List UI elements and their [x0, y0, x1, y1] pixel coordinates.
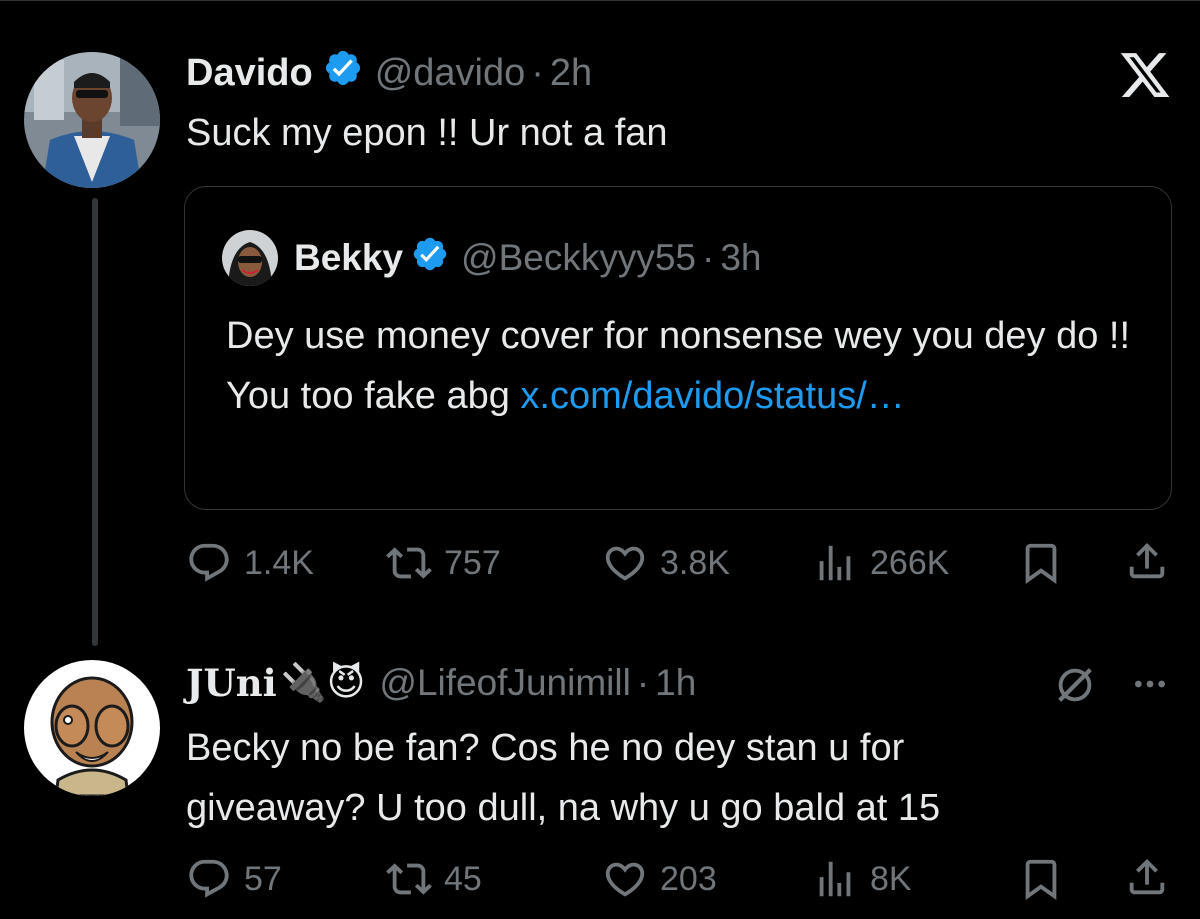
x-logo-icon[interactable] [1118, 48, 1172, 102]
repost-icon [386, 863, 432, 895]
top-divider [0, 0, 1200, 1]
main-tweet-header: Davido @davido · 2h [186, 50, 592, 96]
grok-icon[interactable] [1052, 662, 1098, 713]
verified-badge-icon [411, 235, 449, 282]
reply-author-emojis: 🔌😈 [280, 662, 366, 703]
views-count: 266K [870, 543, 950, 582]
bookmark-icon [1025, 543, 1057, 584]
like-button[interactable]: 3.8K [602, 540, 730, 586]
dot-separator: · [702, 237, 715, 278]
dot-separator: · [531, 51, 544, 94]
reply-text-block: Becky no be fan? Cos he no dey stan u fo… [186, 718, 940, 838]
reply-count: 1.4K [244, 543, 314, 582]
heart-icon [605, 862, 645, 897]
quote-text-block: Dey use money cover for nonsense wey you… [226, 306, 1136, 426]
bookmark-button[interactable] [1018, 540, 1064, 591]
author-handle[interactable]: @davido [375, 52, 526, 95]
reply-text-line-1: Becky no be fan? Cos he no dey stan u fo… [186, 727, 905, 769]
heart-icon [605, 546, 645, 581]
views-icon [819, 861, 851, 897]
verified-badge-icon [323, 48, 363, 98]
author-name[interactable]: Davido [186, 52, 313, 95]
more-options-icon[interactable] [1128, 664, 1172, 709]
quote-link[interactable]: x.com/davido/status/… [520, 375, 904, 417]
reply-count: 57 [244, 859, 282, 898]
views-button[interactable]: 8K [812, 856, 912, 902]
repost-icon [386, 547, 432, 579]
like-count: 203 [660, 859, 717, 898]
reply-post-time[interactable]: 1h [655, 662, 696, 704]
davido-avatar[interactable] [24, 52, 160, 188]
reply-icon [189, 859, 229, 898]
reply-icon [189, 543, 229, 582]
quote-post-time[interactable]: 3h [720, 237, 761, 279]
quote-author-handle[interactable]: @Beckkyyy55 [461, 237, 696, 279]
share-button[interactable] [1124, 538, 1170, 589]
juni-avatar[interactable] [24, 660, 160, 796]
share-button[interactable] [1124, 854, 1170, 905]
reply-text-line-2: giveaway? U too dull, na why u go bald a… [186, 787, 941, 829]
reply-button[interactable]: 1.4K [186, 540, 314, 586]
views-icon [819, 545, 851, 581]
views-button[interactable]: 266K [812, 540, 949, 586]
quote-author-name[interactable]: Bekky [294, 237, 403, 279]
main-tweet-text: Suck my epon !! Ur not a fan [186, 112, 668, 154]
dot-separator: · [636, 662, 650, 703]
reply-actions: 57 45 203 8K [0, 854, 1200, 904]
like-count: 3.8K [660, 543, 730, 582]
repost-count: 757 [444, 543, 501, 582]
reply-author-name[interactable]: JUni [186, 661, 277, 705]
like-button[interactable]: 203 [602, 856, 717, 902]
share-icon [1129, 858, 1165, 895]
post-time[interactable]: 2h [550, 52, 592, 95]
repost-count: 45 [444, 859, 482, 898]
share-icon [1129, 542, 1165, 579]
main-tweet-actions: 1.4K 757 3.8K 266K [0, 536, 1200, 586]
repost-button[interactable]: 757 [386, 540, 501, 586]
reply-author-handle[interactable]: @LifeofJunimill [379, 662, 630, 704]
bekky-avatar[interactable] [222, 230, 278, 286]
bookmark-icon [1025, 859, 1057, 900]
reply-button[interactable]: 57 [186, 856, 282, 902]
bookmark-button[interactable] [1018, 856, 1064, 907]
views-count: 8K [870, 859, 912, 898]
repost-button[interactable]: 45 [386, 856, 482, 902]
reply-header: JUni 🔌😈 @LifeofJunimill · 1h [186, 660, 696, 706]
quote-header: Bekky @Beckkyyy55 · 3h [294, 235, 762, 281]
